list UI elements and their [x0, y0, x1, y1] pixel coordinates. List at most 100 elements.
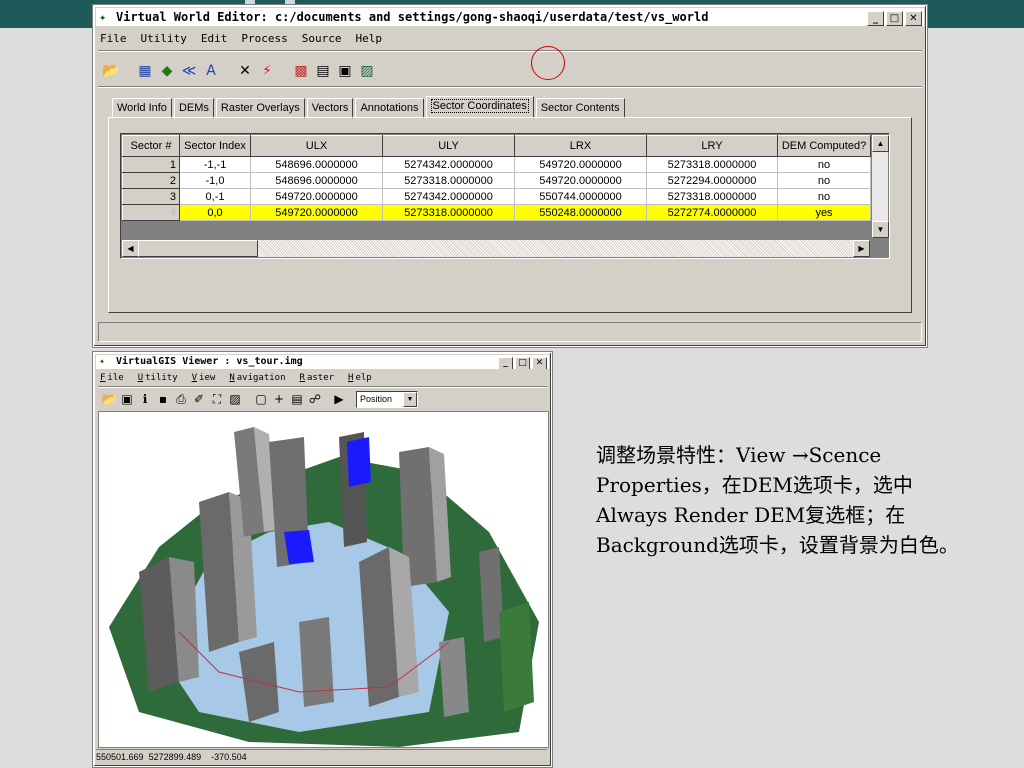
cell-lrx[interactable]: 549720.0000000 — [514, 172, 647, 189]
cell-ulx[interactable]: 549720.0000000 — [250, 204, 383, 221]
cell-lrx[interactable]: 550744.0000000 — [514, 188, 647, 205]
cell-dem-computed[interactable]: yes — [777, 204, 871, 221]
scrollbar-thumb[interactable] — [138, 240, 258, 257]
3d-scene-view[interactable] — [98, 411, 549, 748]
crosshair-icon[interactable]: + — [270, 390, 288, 408]
open-icon[interactable]: 📂 — [100, 390, 118, 408]
menu-utility[interactable]: Utility — [136, 371, 182, 385]
eraser-icon[interactable]: ✐ — [190, 390, 208, 408]
cell-ulx[interactable]: 549720.0000000 — [250, 188, 383, 205]
menu-help[interactable]: Help — [346, 371, 376, 385]
cell-sector-index[interactable]: 0,0 — [179, 204, 251, 221]
folder-icon[interactable]: ▣ — [118, 390, 136, 408]
layers-icon[interactable]: ▤ — [288, 390, 306, 408]
cell-ulx[interactable]: 548696.0000000 — [250, 156, 383, 173]
info-icon[interactable]: ℹ — [136, 390, 154, 408]
network-icon[interactable]: ☍ — [306, 390, 324, 408]
column-header-uly[interactable]: ULY — [382, 135, 515, 157]
column-header-sector-num[interactable]: Sector # — [122, 135, 180, 157]
maximize-button[interactable]: □ — [515, 357, 530, 369]
menu-source[interactable]: Source — [300, 30, 344, 48]
pin-icon[interactable]: ⚡ — [256, 61, 278, 81]
cell-uly[interactable]: 5273318.0000000 — [382, 204, 515, 221]
tab-sector-coordinates[interactable]: Sector Coordinates — [425, 96, 534, 119]
menu-process[interactable]: Process — [239, 30, 289, 48]
tab-sector-contents[interactable]: Sector Contents — [535, 98, 625, 119]
row-header[interactable]: 3 — [122, 188, 180, 205]
position-select[interactable]: Position ▼ — [356, 390, 418, 408]
cell-uly[interactable]: 5274342.0000000 — [382, 188, 515, 205]
cell-sector-index[interactable]: 0,-1 — [179, 188, 251, 205]
clipboard-icon[interactable]: ▣ — [334, 61, 356, 81]
minimize-button[interactable]: _ — [498, 357, 513, 369]
save-icon[interactable]: ▪ — [154, 390, 172, 408]
cell-dem-computed[interactable]: no — [777, 188, 871, 205]
document-icon[interactable]: ▤ — [312, 61, 334, 81]
play-icon[interactable]: ▶ — [330, 390, 348, 408]
vector-icon[interactable]: ≪ — [178, 61, 200, 81]
tab-raster-overlays[interactable]: Raster Overlays — [215, 98, 305, 119]
image-icon[interactable]: ▨ — [226, 390, 244, 408]
horizontal-scrollbar[interactable]: ◀ ▶ — [122, 240, 870, 257]
column-header-ulx[interactable]: ULX — [250, 135, 383, 157]
column-header-lry[interactable]: LRY — [646, 135, 778, 157]
dem-icon[interactable]: ◆ — [156, 61, 178, 81]
chevron-down-icon[interactable]: ▼ — [403, 391, 417, 407]
print-icon[interactable]: ⎙ — [172, 390, 190, 408]
minimize-button[interactable]: _ — [867, 11, 884, 26]
menu-utility[interactable]: Utility — [139, 30, 189, 48]
cell-lrx[interactable]: 549720.0000000 — [514, 156, 647, 173]
menu-raster[interactable]: Raster — [298, 371, 339, 385]
cell-dem-computed[interactable]: no — [777, 156, 871, 173]
column-header-sector-index[interactable]: Sector Index — [179, 135, 251, 157]
editor-title-bar[interactable]: ✦ Virtual World Editor: c:/documents and … — [96, 8, 924, 26]
fit-icon[interactable]: ⛶ — [208, 390, 226, 408]
delete-icon[interactable]: ✕ — [234, 61, 256, 81]
cell-ulx[interactable]: 548696.0000000 — [250, 172, 383, 189]
viewer-title-bar[interactable]: ✦ VirtualGIS Viewer : vs_tour.img _ □ ✕ — [96, 355, 549, 369]
cell-lry[interactable]: 5272294.0000000 — [646, 172, 778, 189]
scroll-up-icon[interactable]: ▲ — [872, 135, 889, 152]
menu-file[interactable]: File — [98, 371, 128, 385]
scene-view-icon[interactable]: ▨ — [356, 61, 378, 81]
vertical-scrollbar[interactable]: ▲ ▼ — [872, 135, 889, 238]
frame-icon[interactable]: ▢ — [252, 390, 270, 408]
column-header-dem-computed[interactable]: DEM Computed? — [777, 135, 871, 157]
cell-sector-index[interactable]: -1,-1 — [179, 156, 251, 173]
tab-world-info[interactable]: World Info — [112, 98, 172, 119]
table-row[interactable]: 1 -1,-1 548696.0000000 5274342.0000000 5… — [122, 156, 871, 173]
annotation-icon[interactable]: A — [200, 61, 222, 81]
raster-icon[interactable]: ▩ — [290, 61, 312, 81]
cell-sector-index[interactable]: -1,0 — [179, 172, 251, 189]
menu-file[interactable]: File — [98, 30, 129, 48]
column-header-lrx[interactable]: LRX — [514, 135, 647, 157]
table-row[interactable]: 2 -1,0 548696.0000000 5273318.0000000 54… — [122, 172, 871, 189]
tab-dems[interactable]: DEMs — [173, 98, 214, 119]
menu-view[interactable]: View — [190, 371, 220, 385]
cell-lrx[interactable]: 550248.0000000 — [514, 204, 647, 221]
menu-help[interactable]: Help — [353, 30, 384, 48]
tab-vectors[interactable]: Vectors — [306, 98, 354, 119]
menu-navigation[interactable]: Navigation — [227, 371, 289, 385]
maximize-button[interactable]: □ — [886, 11, 903, 26]
table-row[interactable]: 3 0,-1 549720.0000000 5274342.0000000 55… — [122, 188, 871, 205]
cell-lry[interactable]: 5273318.0000000 — [646, 156, 778, 173]
row-header[interactable]: 4 — [122, 204, 180, 221]
row-header[interactable]: 1 — [122, 156, 180, 173]
scroll-down-icon[interactable]: ▼ — [872, 221, 889, 238]
scroll-right-icon[interactable]: ▶ — [853, 240, 870, 257]
cell-uly[interactable]: 5273318.0000000 — [382, 172, 515, 189]
scroll-left-icon[interactable]: ◀ — [122, 240, 139, 257]
menu-edit[interactable]: Edit — [199, 30, 230, 48]
table-row-selected[interactable]: 4 0,0 549720.0000000 5273318.0000000 550… — [122, 204, 871, 221]
cell-lry[interactable]: 5273318.0000000 — [646, 188, 778, 205]
close-button[interactable]: ✕ — [905, 11, 922, 26]
row-header[interactable]: 2 — [122, 172, 180, 189]
tab-annotations[interactable]: Annotations — [355, 98, 424, 119]
open-folder-icon[interactable]: 📂 — [100, 61, 122, 81]
cell-dem-computed[interactable]: no — [777, 172, 871, 189]
grid-map-icon[interactable]: ▦ — [134, 61, 156, 81]
cell-uly[interactable]: 5274342.0000000 — [382, 156, 515, 173]
close-button[interactable]: ✕ — [532, 357, 547, 369]
cell-lry[interactable]: 5272774.0000000 — [646, 204, 778, 221]
